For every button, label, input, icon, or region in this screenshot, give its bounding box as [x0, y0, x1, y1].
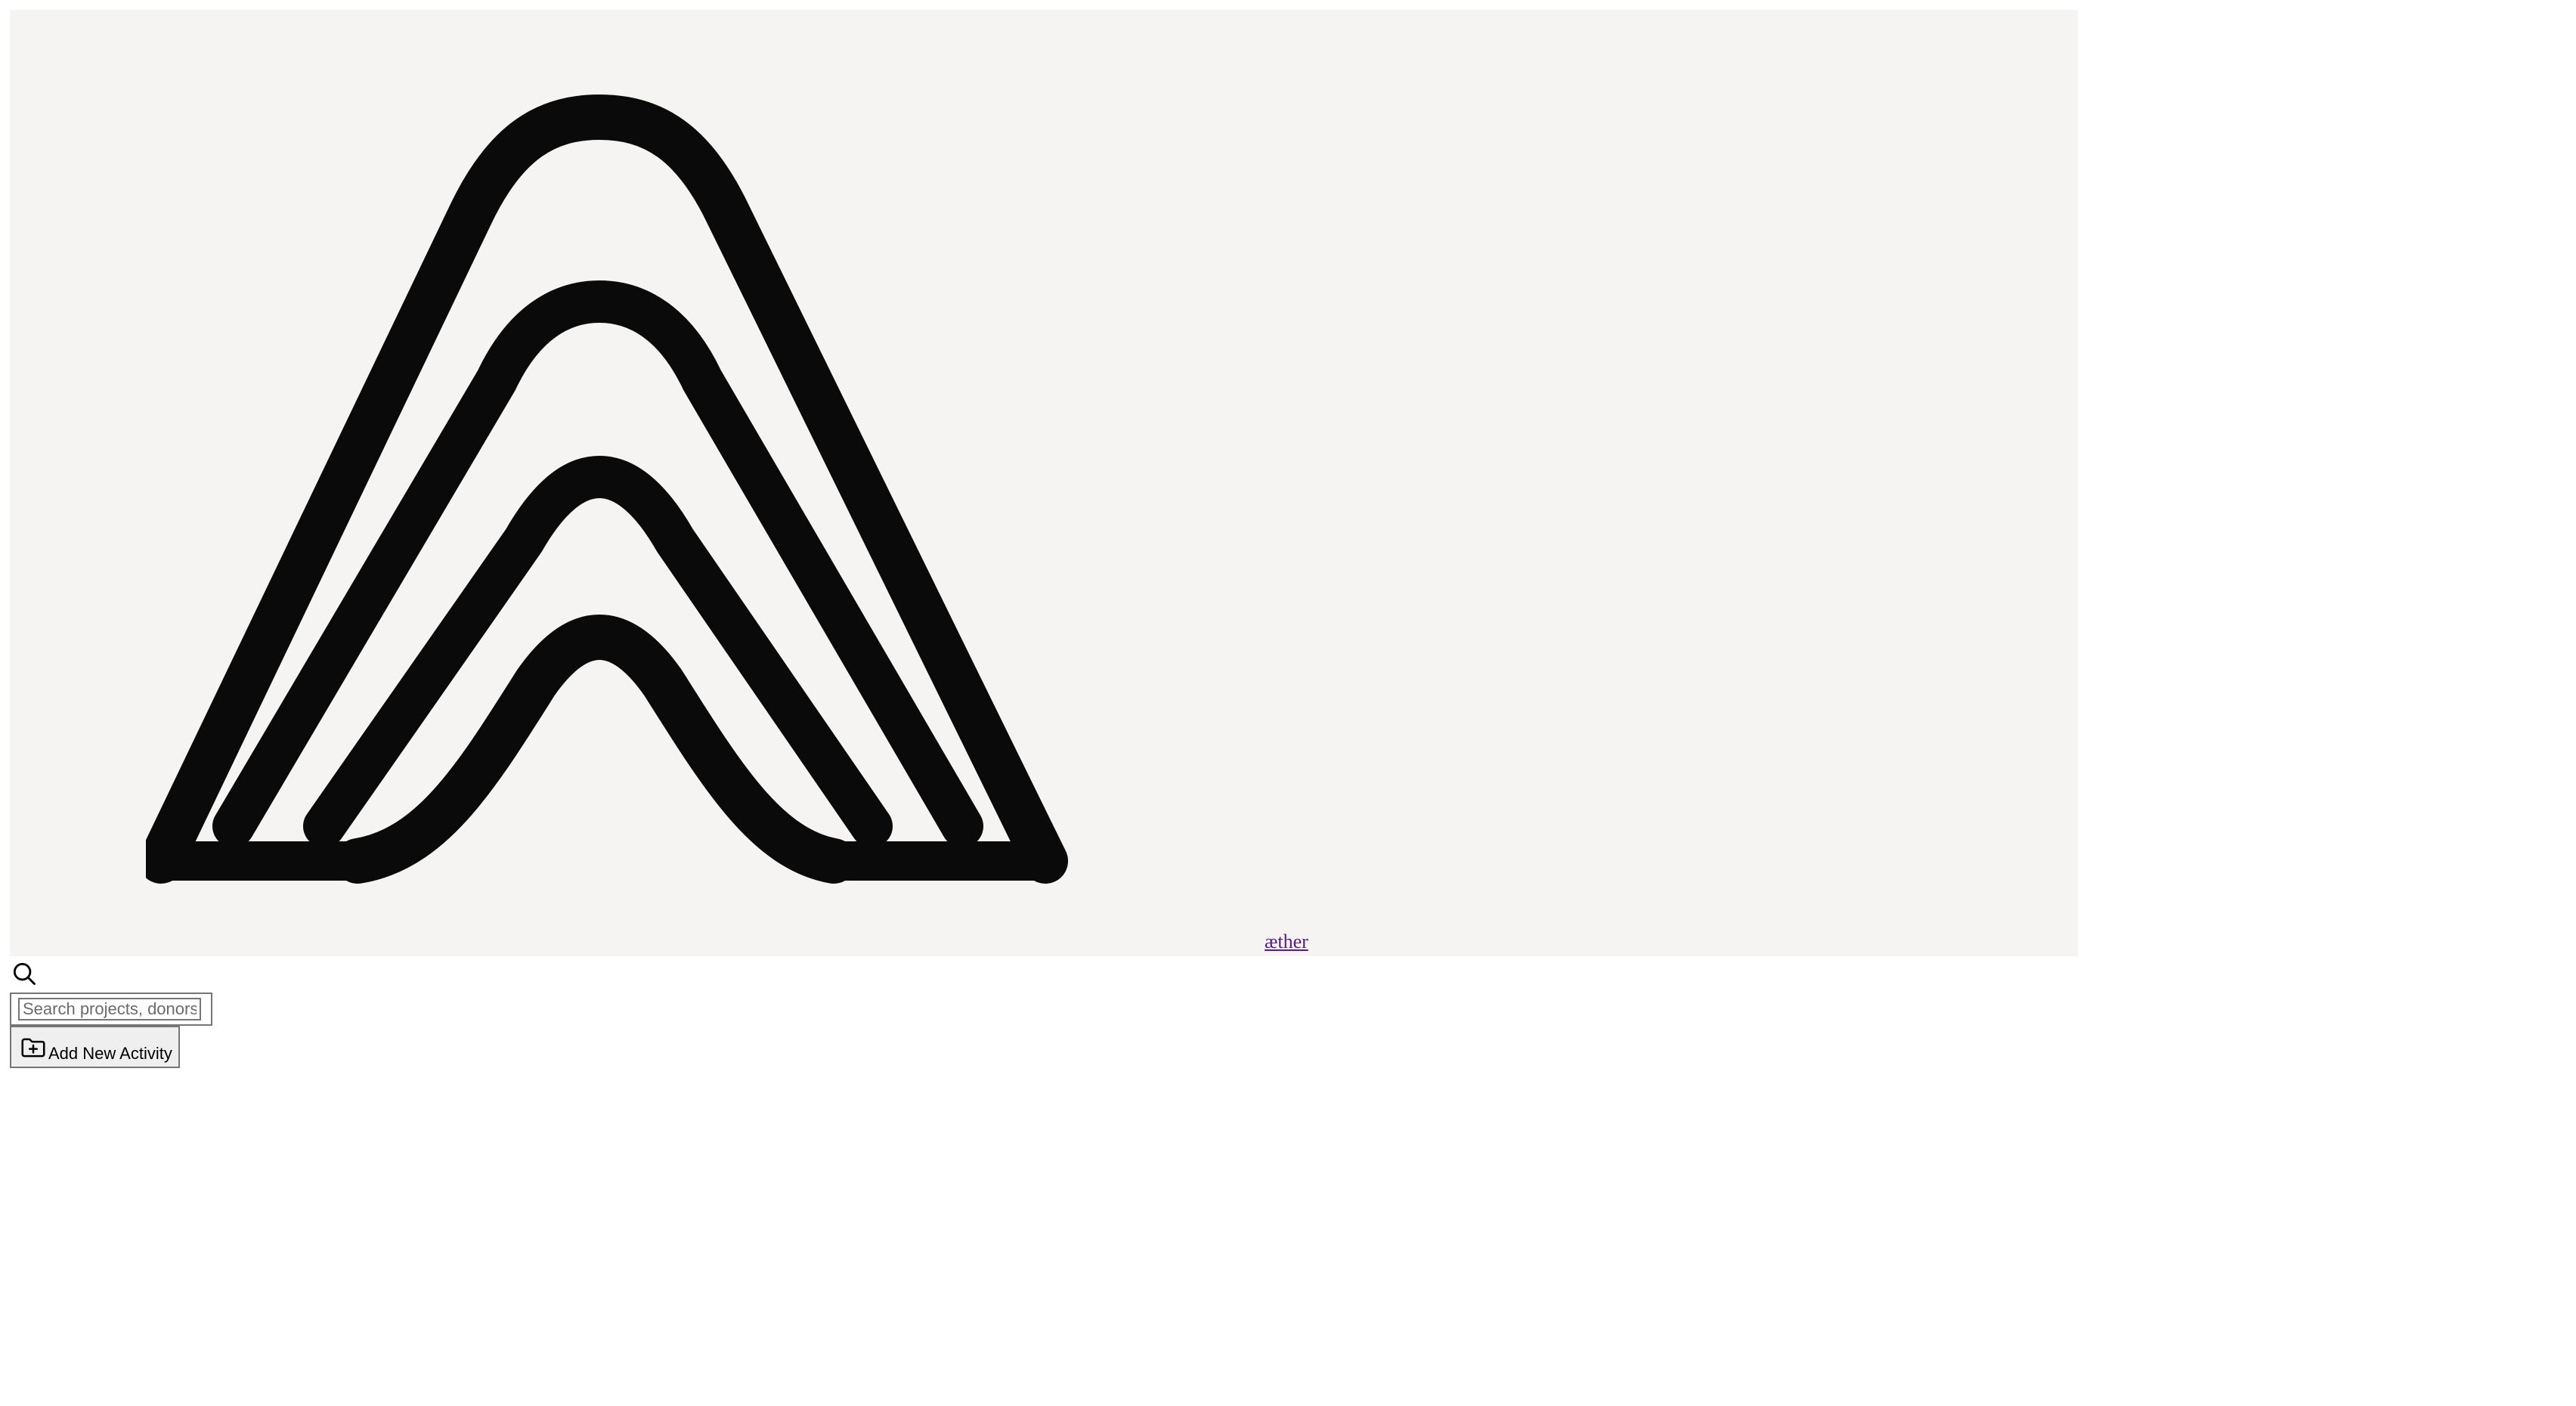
- add-new-activity-button[interactable]: Add New Activity: [10, 1026, 180, 1068]
- search-input[interactable]: [18, 998, 201, 1020]
- aether-arch-logo-icon: [146, 94, 1068, 884]
- add-new-activity-label: Add New Activity: [48, 1044, 172, 1063]
- page: æther Add New Activity: [0, 0, 2576, 1406]
- home-logo-link[interactable]: æther: [10, 10, 2078, 956]
- folder-plus-icon: [21, 1038, 45, 1058]
- brand-name-link[interactable]: æther: [1265, 932, 1308, 952]
- search-form: [10, 993, 212, 1026]
- search-icon: [13, 962, 36, 985]
